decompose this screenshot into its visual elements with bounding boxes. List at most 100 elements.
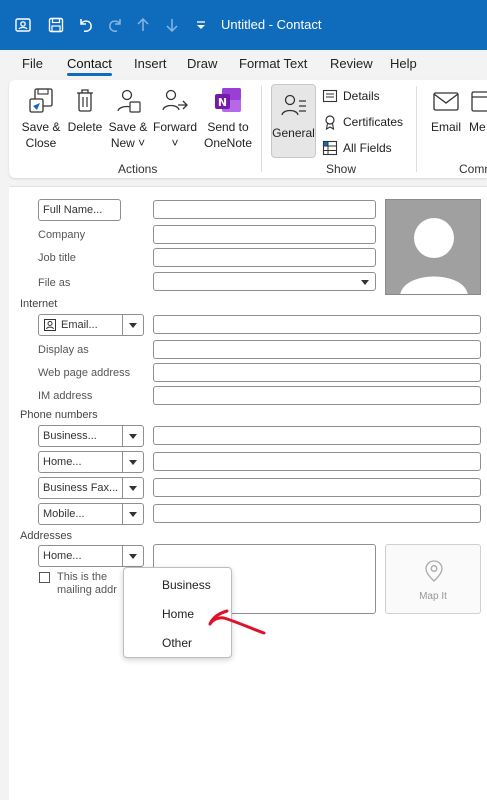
certificates-button[interactable]: Certificates: [322, 114, 403, 130]
mailing-address-label: This is the mailing addr: [57, 571, 117, 597]
im-address-label: IM address: [38, 390, 93, 402]
chevron-down-icon: [129, 434, 137, 439]
web-page-input[interactable]: [153, 363, 481, 382]
phone-home-input[interactable]: [153, 452, 481, 471]
phone-business-input[interactable]: [153, 426, 481, 445]
save-new-icon: [117, 89, 141, 113]
details-button[interactable]: Details: [322, 88, 380, 104]
menu-item-home[interactable]: Home: [162, 607, 194, 621]
arrow-down-icon[interactable]: [161, 14, 183, 36]
phone-business-fax-input[interactable]: [153, 478, 481, 497]
address-type-dropdown[interactable]: Home...: [38, 545, 144, 567]
map-it-label: Map It: [419, 591, 447, 602]
outlook-contact-icon[interactable]: [12, 14, 34, 36]
forward-label: Forward: [152, 120, 197, 134]
phone-type-business-dropdown[interactable]: Business...: [38, 425, 144, 447]
job-title-label: Job title: [38, 252, 76, 264]
contact-card-icon: [44, 319, 56, 331]
tab-format-text[interactable]: Format Text: [239, 56, 307, 71]
web-page-label: Web page address: [38, 367, 131, 379]
email-type-dropdown[interactable]: Email...: [38, 314, 144, 336]
phone-type-mobile-dropdown[interactable]: Mobile...: [38, 503, 144, 525]
phone-mobile-input[interactable]: [153, 504, 481, 523]
title-bar: Untitled - Contact: [0, 0, 487, 50]
details-label: Details: [343, 89, 380, 103]
phone-type-label: Business...: [43, 430, 97, 442]
all-fields-button[interactable]: All Fields: [322, 140, 392, 156]
trash-icon: [77, 89, 93, 112]
menu-bar: File Contact Insert Draw Format Text Rev…: [0, 50, 487, 78]
undo-icon[interactable]: [75, 14, 97, 36]
mailing-address-line: mailing addr: [57, 584, 117, 596]
forward-contact-icon: [162, 89, 188, 111]
email-type-label: Email...: [61, 319, 98, 331]
im-address-input[interactable]: [153, 386, 481, 405]
meeting-label: Me: [469, 120, 486, 134]
send-onenote-label-2: OneNote: [203, 136, 253, 150]
certificate-icon: [325, 115, 335, 130]
phone-type-home-dropdown[interactable]: Home...: [38, 451, 144, 473]
display-as-input[interactable]: [153, 340, 481, 359]
window-title: Untitled - Contact: [221, 17, 322, 32]
chevron-down-icon: [129, 554, 137, 559]
meeting-icon: [471, 91, 487, 112]
contact-form: Full Name... Company Job title File as I…: [9, 186, 487, 800]
phone-type-label: Business Fax...: [43, 482, 119, 494]
tab-insert[interactable]: Insert: [134, 56, 167, 71]
delete-button[interactable]: Delete: [67, 86, 103, 135]
dropdown-divider: [122, 546, 123, 566]
meeting-button[interactable]: Me: [469, 86, 487, 135]
dropdown-divider: [122, 478, 123, 498]
address-type-label: Home...: [43, 550, 82, 562]
person-placeholder-icon: [400, 218, 468, 294]
file-as-label: File as: [38, 277, 71, 289]
menu-item-other[interactable]: Other: [162, 636, 192, 650]
mailing-address-checkbox[interactable]: [39, 572, 50, 583]
details-icon: [322, 89, 338, 103]
menu-item-business[interactable]: Business: [162, 578, 211, 592]
send-onenote-button[interactable]: N Send to OneNote: [203, 86, 253, 151]
full-name-input[interactable]: [153, 200, 376, 219]
map-it-button[interactable]: Map It: [385, 544, 481, 614]
tab-contact[interactable]: Contact: [67, 56, 112, 76]
save-close-label-1: Save &: [21, 120, 61, 134]
customize-toolbar-icon[interactable]: [190, 14, 212, 36]
contact-photo[interactable]: [385, 199, 481, 295]
save-new-label-2: New ˅: [110, 136, 146, 150]
map-pin-icon: [425, 560, 443, 582]
phone-type-business-fax-dropdown[interactable]: Business Fax...: [38, 477, 144, 499]
redo-icon[interactable]: [104, 14, 126, 36]
envelope-icon: [433, 92, 459, 111]
communicate-group-label: Comm: [459, 162, 487, 176]
all-fields-icon: [322, 140, 338, 156]
save-close-button[interactable]: Save & Close: [19, 86, 63, 151]
save-new-button[interactable]: Save & New ˅: [108, 86, 148, 151]
job-title-input[interactable]: [153, 248, 376, 267]
tab-review[interactable]: Review: [330, 56, 373, 71]
ribbon-separator: [261, 86, 262, 172]
actions-group-label: Actions: [118, 162, 158, 176]
addresses-section-label: Addresses: [20, 530, 72, 542]
email-input[interactable]: [153, 315, 481, 334]
company-label: Company: [38, 229, 86, 241]
dropdown-divider: [122, 315, 123, 335]
address-type-menu: Business Home Other: [123, 567, 232, 658]
forward-dropdown-arrow: ˅: [171, 136, 179, 150]
onenote-icon: N: [215, 88, 241, 112]
chevron-down-icon: [129, 460, 137, 465]
mailing-address-line: This is the: [57, 571, 108, 583]
general-button[interactable]: General: [271, 84, 316, 158]
full-name-button[interactable]: Full Name...: [38, 199, 121, 221]
all-fields-label: All Fields: [343, 141, 392, 155]
chevron-down-icon: [129, 512, 137, 517]
email-button[interactable]: Email: [428, 86, 464, 135]
tab-file[interactable]: File: [22, 56, 43, 71]
save-icon[interactable]: [45, 14, 67, 36]
company-input[interactable]: [153, 225, 376, 244]
tab-draw[interactable]: Draw: [187, 56, 217, 71]
forward-button[interactable]: Forward ˅: [152, 86, 198, 151]
tab-help[interactable]: Help: [390, 56, 417, 71]
arrow-up-icon[interactable]: [132, 14, 154, 36]
file-as-combobox[interactable]: [153, 272, 376, 291]
ribbon: Save & Close Delete Save & New ˅ Forward…: [9, 80, 487, 178]
